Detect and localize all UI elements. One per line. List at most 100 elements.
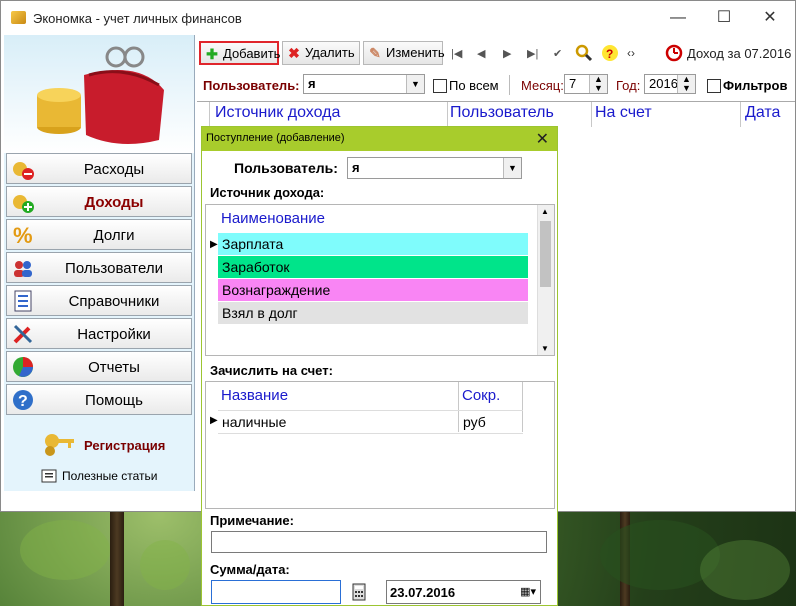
list-item[interactable]: Взял в долг	[218, 302, 528, 324]
tree-trunk	[110, 506, 124, 606]
column-header-account[interactable]: На счет	[595, 104, 652, 122]
delete-button[interactable]: ✖ Удалить	[282, 41, 360, 65]
year-label: Год:	[616, 78, 641, 93]
close-icon[interactable]: ✕	[536, 129, 549, 149]
users-icon	[14, 261, 32, 277]
filter-checkbox[interactable]	[707, 79, 721, 93]
useful-articles-link[interactable]: Полезные статьи	[62, 469, 157, 483]
next-record-icon[interactable]: ▶	[503, 47, 511, 60]
amount-date-label: Сумма/дата:	[210, 562, 290, 577]
source-section-label: Источник дохода:	[210, 185, 325, 200]
account-section-label: Зачислить на счет:	[210, 363, 333, 378]
sidebar-item-references[interactable]: Справочники	[6, 285, 192, 316]
income-period-label: Доход за 07.2016	[687, 46, 792, 61]
filter-bar: Пользователь: я ▼ По всем Месяц: 7 ▲ ▼ Го…	[197, 71, 795, 99]
account-column-header-short[interactable]: Сокр.	[462, 387, 500, 404]
dialog-user-select[interactable]: я ▼	[347, 157, 522, 179]
app-icon	[11, 11, 26, 24]
minimize-button[interactable]: —	[655, 1, 701, 35]
foliage	[140, 540, 190, 590]
list-item[interactable]: Заработок	[218, 256, 528, 278]
sidebar-item-label: Помощь	[85, 392, 143, 409]
question-icon[interactable]: ?	[601, 44, 619, 62]
current-row-marker-icon: ▶	[210, 239, 218, 250]
account-column-header-name[interactable]: Название	[221, 387, 288, 404]
source-column-header[interactable]: Наименование	[221, 210, 325, 227]
edit-button[interactable]: ✎ Изменить	[363, 41, 445, 65]
dialog-title: Поступление (добавление)	[206, 132, 345, 144]
calendar-dropdown-icon[interactable]: ▦▾	[520, 585, 536, 598]
foliage	[20, 520, 110, 580]
last-record-icon[interactable]: ▶|	[527, 47, 538, 60]
list-item[interactable]: Вознаграждение	[218, 279, 528, 301]
sidebar-item-income[interactable]: Доходы	[6, 186, 192, 217]
month-spinner[interactable]: 7 ▲ ▼	[564, 74, 608, 94]
add-button[interactable]: ✚ Добавить	[199, 41, 280, 65]
sidebar-item-debts[interactable]: % Долги	[6, 219, 192, 250]
sidebar-item-reports[interactable]: Отчеты	[6, 351, 192, 382]
help-icon: ?	[13, 390, 33, 410]
all-users-label: По всем	[449, 78, 499, 93]
sidebar-item-label: Настройки	[77, 326, 151, 343]
account-list[interactable]: Название Сокр. ▶ наличные руб	[205, 381, 555, 509]
chevron-up-icon[interactable]: ▲	[541, 207, 549, 216]
list-item[interactable]: Зарплата	[218, 233, 528, 255]
column-header-user[interactable]: Пользователь	[450, 104, 554, 122]
maximize-button[interactable]: ☐	[701, 1, 747, 35]
column-header-source[interactable]: Источник дохода	[215, 104, 340, 122]
dialog-user-label: Пользователь:	[234, 160, 338, 176]
year-spinner[interactable]: 2016 ▲ ▼	[644, 74, 696, 94]
prev-record-icon[interactable]: ◀	[477, 47, 485, 60]
pencil-icon: ✎	[369, 45, 381, 61]
pie-chart-icon	[13, 357, 33, 377]
account-name: наличные	[222, 414, 287, 430]
source-scrollbar[interactable]: ▲ ▼	[537, 205, 554, 355]
percent-icon: %	[13, 223, 33, 247]
date-picker[interactable]: 23.07.2016 ▦▾	[386, 580, 541, 604]
current-row-marker-icon: ▶	[210, 415, 218, 426]
table-row[interactable]: наличные руб	[218, 410, 523, 434]
grid-divider	[447, 102, 448, 127]
sidebar-item-label: Доходы	[84, 194, 144, 211]
chevron-down-icon[interactable]: ▼	[541, 344, 549, 353]
registration-link[interactable]: Регистрация	[84, 438, 165, 453]
list-document-icon	[14, 290, 32, 312]
note-input[interactable]	[211, 531, 547, 553]
close-button[interactable]: ✕	[747, 1, 793, 35]
checkmark-icon[interactable]: ✔	[553, 47, 562, 60]
title-bar[interactable]: Экономка - учет личных финансов — ☐ ✕	[1, 1, 795, 35]
dialog-title-bar[interactable]: Поступление (добавление) ✕	[202, 127, 557, 151]
account-short: руб	[463, 414, 486, 430]
sidebar-item-help[interactable]: ? Помощь	[6, 384, 192, 415]
code-brackets-icon[interactable]: ‹›	[627, 46, 635, 60]
sidebar-item-users[interactable]: Пользователи	[6, 252, 192, 283]
sidebar-item-label: Пользователи	[65, 260, 163, 277]
chevron-down-icon: ▼	[406, 75, 424, 93]
coins-minus-icon	[13, 162, 34, 180]
grid-divider	[209, 102, 210, 127]
user-filter-select[interactable]: я ▼	[303, 74, 425, 94]
sidebar: Расходы Доходы % Долги Пользователи Спра…	[4, 35, 195, 491]
source-list[interactable]: Наименование ▶ Зарплата Заработок Вознаг…	[205, 204, 555, 356]
scrollbar-thumb[interactable]	[540, 221, 551, 287]
grid-divider	[591, 102, 592, 127]
amount-input[interactable]	[211, 580, 341, 604]
svg-text:?: ?	[606, 47, 613, 61]
sidebar-item-expenses[interactable]: Расходы	[6, 153, 192, 184]
svg-text:%: %	[13, 223, 33, 247]
chevron-down-icon: ▼	[503, 158, 521, 178]
spinner-arrows-icon: ▲ ▼	[589, 75, 607, 93]
wallet-logo	[4, 35, 194, 153]
sidebar-item-settings[interactable]: Настройки	[6, 318, 192, 349]
sidebar-item-label: Долги	[93, 227, 135, 244]
cross-icon: ✖	[288, 45, 300, 61]
separator	[509, 75, 510, 95]
foliage	[700, 540, 790, 600]
grid-divider	[740, 102, 741, 127]
all-users-checkbox[interactable]	[433, 79, 447, 93]
first-record-icon[interactable]: |◀	[451, 47, 462, 60]
calculator-icon[interactable]	[352, 583, 366, 601]
coins-plus-icon	[13, 195, 34, 213]
search-icon[interactable]	[575, 44, 593, 62]
column-header-date[interactable]: Дата	[745, 104, 780, 122]
